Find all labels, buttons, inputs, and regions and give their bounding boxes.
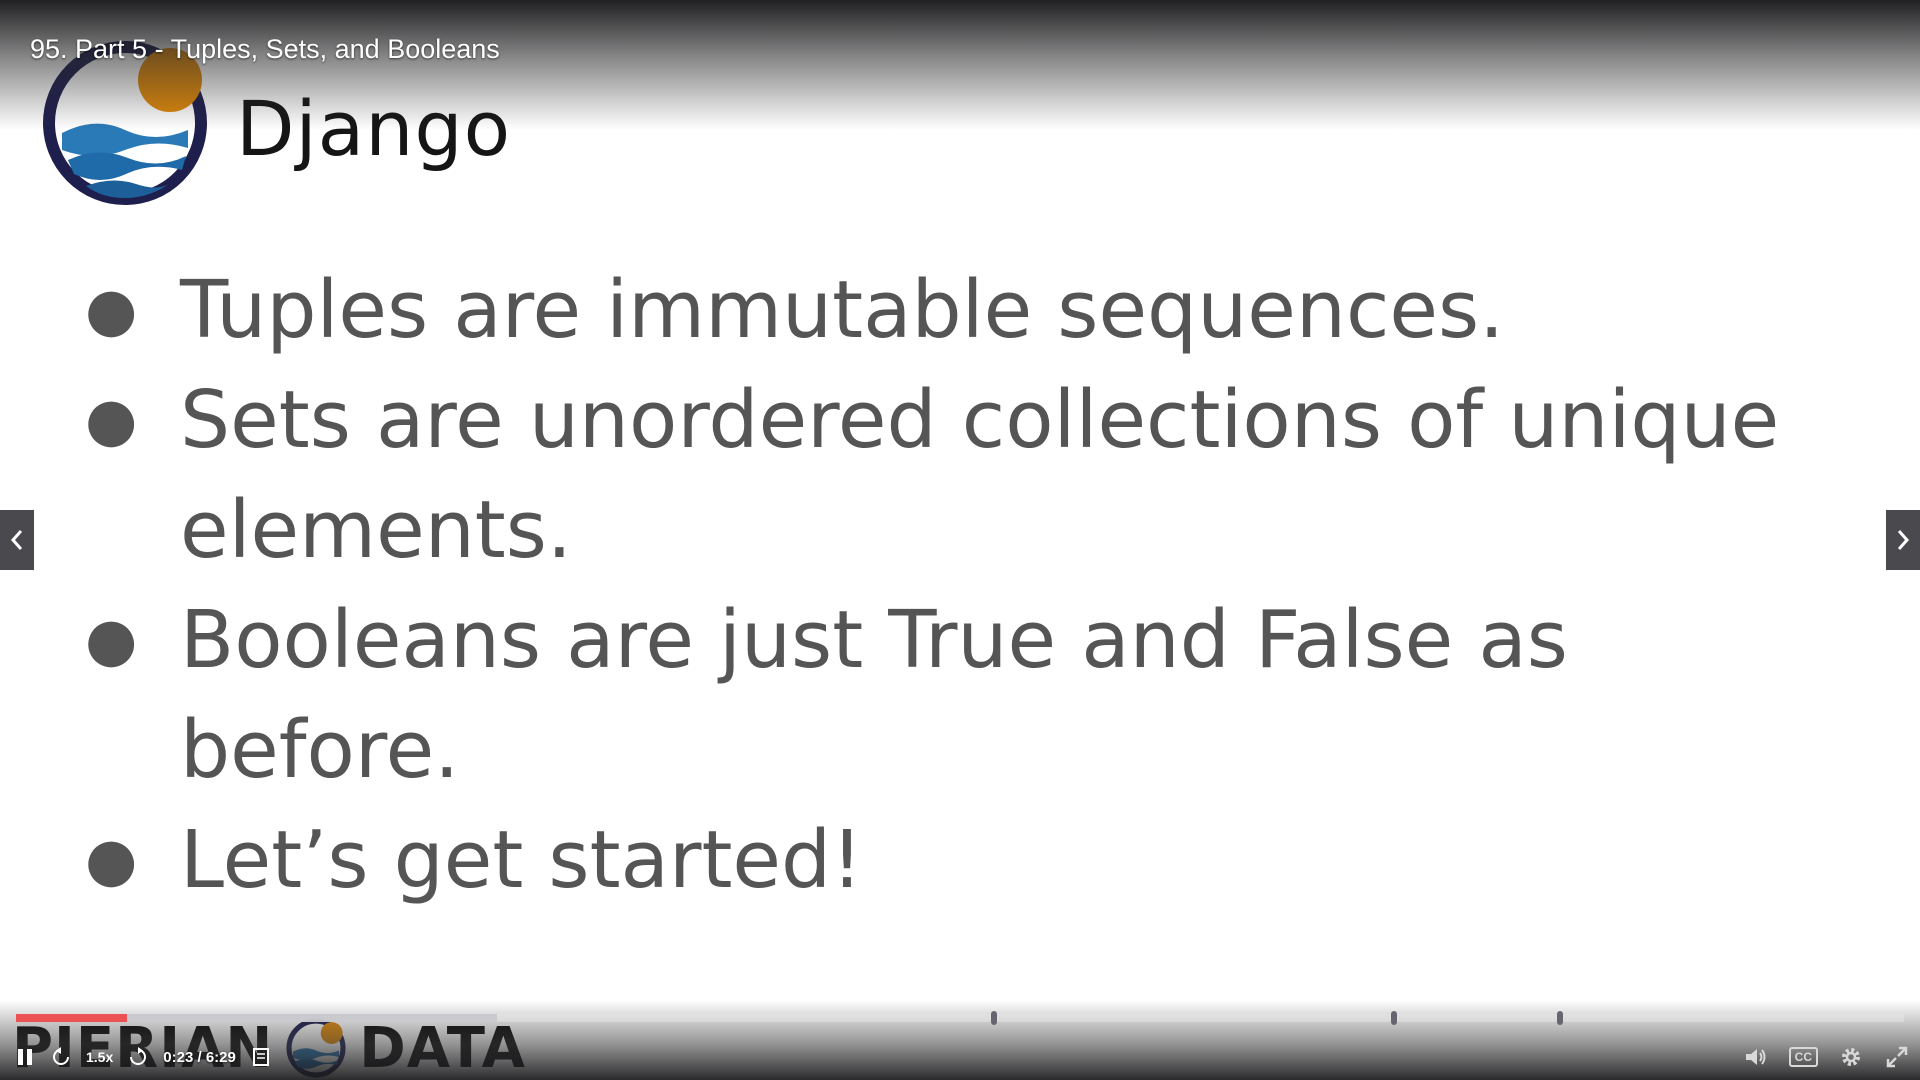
transcript-button[interactable] <box>250 1046 272 1068</box>
bullet-item: ● Tuples are immutable sequences. <box>85 255 1825 365</box>
pause-button[interactable] <box>14 1046 36 1068</box>
bullet-item: ● Sets are unordered collections of uniq… <box>85 365 1825 585</box>
expand-icon <box>1886 1046 1908 1068</box>
forward-icon <box>130 1047 147 1065</box>
video-player[interactable]: Django ● Tuples are immutable sequences.… <box>0 0 1920 1080</box>
time-separator: / <box>197 1048 202 1066</box>
bullet-dot: ● <box>85 275 138 345</box>
forward-button[interactable] <box>127 1046 149 1068</box>
pause-icon <box>18 1049 32 1065</box>
fullscreen-button[interactable] <box>1884 1045 1910 1069</box>
chevron-left-icon <box>10 530 23 550</box>
progress-bar[interactable] <box>16 1011 1904 1025</box>
rewind-button[interactable] <box>50 1046 72 1068</box>
footer-logo-icon <box>286 1018 346 1078</box>
captions-button[interactable]: CC <box>1788 1047 1818 1067</box>
previous-lecture-button[interactable] <box>0 510 34 570</box>
chapter-marker[interactable] <box>1557 1011 1564 1025</box>
rewind-icon <box>53 1047 69 1065</box>
bullet-text: Tuples are immutable sequences. <box>180 264 1505 356</box>
controls-left: 1.5 x 0:23 / 6:29 <box>14 1040 272 1074</box>
chapter-marker[interactable] <box>990 1011 997 1025</box>
bullet-text: Booleans are just True and False as befo… <box>180 594 1568 796</box>
playback-speed-value: 1.5 <box>86 1049 106 1065</box>
closed-captions-icon: CC <box>1788 1047 1818 1067</box>
settings-button[interactable] <box>1838 1045 1864 1069</box>
current-time: 0:23 <box>163 1048 194 1066</box>
duration: 6:29 <box>205 1048 236 1066</box>
bullet-text: Let’s get started! <box>180 814 863 906</box>
playback-speed-suffix: x <box>105 1049 114 1065</box>
controls-right: CC <box>1743 1040 1910 1074</box>
gear-icon <box>1842 1048 1860 1066</box>
next-lecture-button[interactable] <box>1886 510 1920 570</box>
chapter-marker[interactable] <box>1391 1011 1398 1025</box>
time-display: 0:23 / 6:29 <box>163 1049 236 1066</box>
transcript-icon <box>252 1048 269 1066</box>
bullet-dot: ● <box>85 385 138 455</box>
volume-button[interactable] <box>1743 1045 1769 1069</box>
playback-speed-button[interactable]: 1.5 x <box>86 1049 113 1065</box>
chevron-right-icon <box>1897 530 1910 550</box>
bullet-text: Sets are unordered collections of unique… <box>180 374 1780 576</box>
volume-icon <box>1745 1049 1766 1065</box>
bullet-list: ● Tuples are immutable sequences. ● Sets… <box>85 255 1825 915</box>
bullet-dot: ● <box>85 825 138 895</box>
progress-played <box>16 1014 128 1022</box>
bullet-item: ● Booleans are just True and False as be… <box>85 585 1825 805</box>
footer-word-right: DATA <box>359 1015 526 1080</box>
bullet-dot: ● <box>85 605 138 675</box>
bullet-item: ● Let’s get started! <box>85 805 1825 915</box>
lecture-title: 95. Part 5 - Tuples, Sets, and Booleans <box>30 34 500 64</box>
brand-name: Django <box>236 83 512 173</box>
